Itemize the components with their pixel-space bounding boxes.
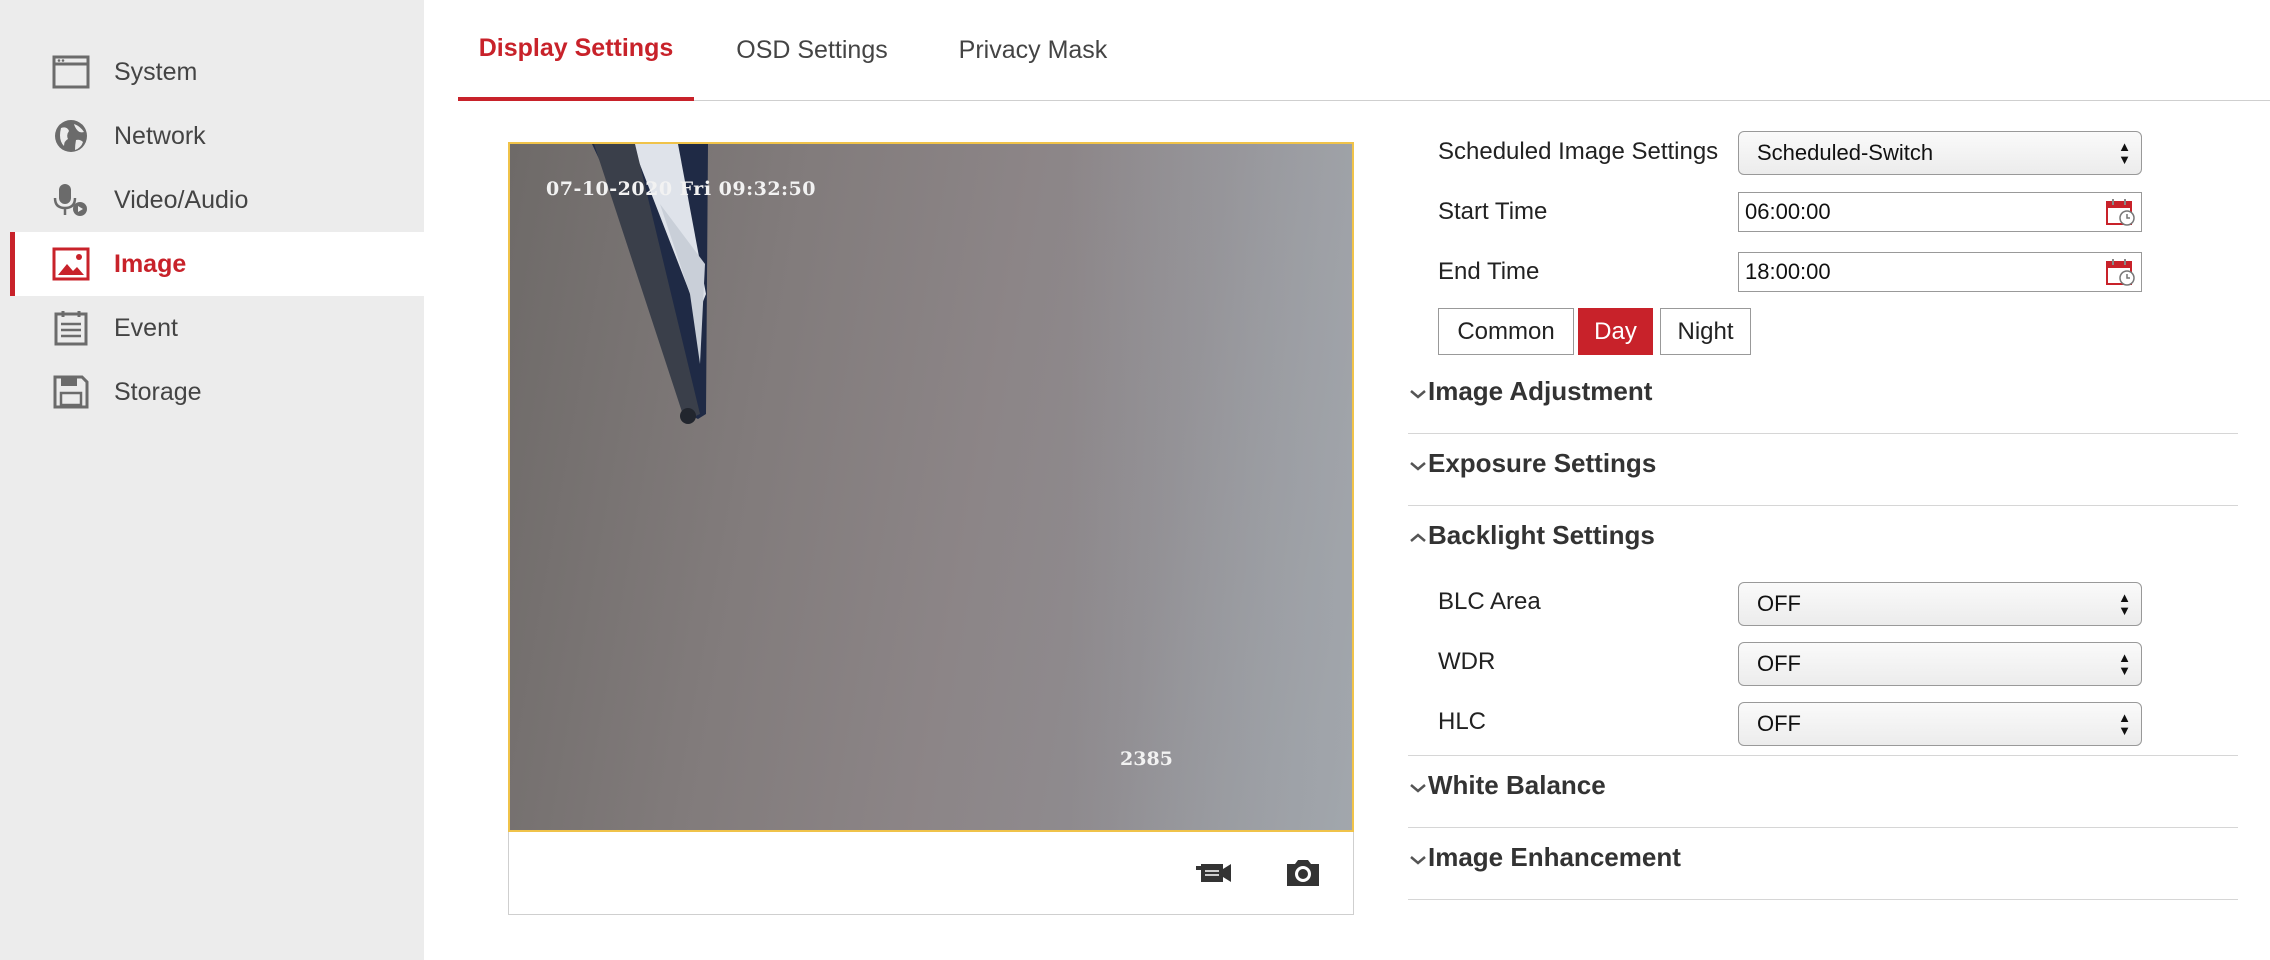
sidebar-item-label: System	[114, 57, 198, 86]
calendar-clock-icon[interactable]	[2105, 197, 2137, 227]
calendar-list-icon	[54, 311, 88, 346]
floppy-disk-icon	[53, 375, 89, 409]
wdr-select[interactable]: OFF ▲ ▼	[1738, 642, 2142, 686]
blc-area-select[interactable]: OFF ▲ ▼	[1738, 582, 2142, 626]
end-time-value: 18:00:00	[1745, 259, 1831, 284]
video-scene-objects	[592, 144, 708, 424]
wdr-label: WDR	[1438, 648, 1496, 675]
video-record-icon[interactable]	[1193, 852, 1233, 892]
tab-osd-settings[interactable]: OSD Settings	[694, 0, 930, 101]
mode-night-button[interactable]: Night	[1660, 308, 1751, 355]
sidebar-item-label: Event	[114, 313, 178, 342]
section-title: Backlight Settings	[1428, 520, 1655, 550]
scheduled-image-settings-select[interactable]: Scheduled-Switch ▲ ▼	[1738, 131, 2142, 175]
sidebar: System Network Video/Audio Image Event S…	[0, 0, 424, 960]
calendar-clock-icon[interactable]	[2105, 257, 2137, 287]
tab-privacy-mask[interactable]: Privacy Mask	[918, 0, 1148, 101]
scheduled-image-settings-value: Scheduled-Switch	[1757, 140, 1934, 165]
start-time-value: 06:00:00	[1745, 199, 1831, 224]
chevron-up-icon	[1410, 533, 1426, 542]
start-time-input[interactable]: 06:00:00	[1738, 192, 2142, 232]
sidebar-item-storage[interactable]: Storage	[10, 360, 424, 424]
section-image-enhancement[interactable]: Image Enhancement	[1408, 828, 2238, 900]
blc-area-value: OFF	[1757, 591, 1801, 616]
image-icon	[52, 247, 90, 281]
scheduled-image-settings-label: Scheduled Image Settings	[1438, 138, 1719, 165]
chevron-down-icon	[1410, 462, 1426, 471]
wdr-value: OFF	[1757, 651, 1801, 676]
blc-area-label: BLC Area	[1438, 588, 1541, 615]
sidebar-item-system[interactable]: System	[10, 40, 424, 104]
sidebar-item-image[interactable]: Image	[10, 232, 424, 296]
hlc-value: OFF	[1757, 711, 1801, 736]
window-icon	[52, 55, 90, 89]
sidebar-item-event[interactable]: Event	[10, 296, 424, 360]
chevron-down-icon	[1410, 784, 1426, 793]
mode-common-button[interactable]: Common	[1438, 308, 1574, 355]
live-video-preview[interactable]: 07-10-2020 Fri 09:32:50 2385	[508, 142, 1354, 832]
chevron-down-icon	[1410, 390, 1426, 399]
section-title: White Balance	[1428, 770, 1606, 800]
osd-timestamp: 07-10-2020 Fri 09:32:50	[546, 178, 816, 200]
sidebar-item-video-audio[interactable]: Video/Audio	[10, 168, 424, 232]
end-time-input[interactable]: 18:00:00	[1738, 252, 2142, 292]
mode-day-button[interactable]: Day	[1578, 308, 1653, 355]
select-arrows-icon: ▲ ▼	[2118, 650, 2131, 678]
hlc-select[interactable]: OFF ▲ ▼	[1738, 702, 2142, 746]
globe-icon	[55, 120, 87, 152]
video-toolbar	[508, 832, 1354, 915]
sidebar-item-label: Storage	[114, 377, 202, 406]
select-arrows-icon: ▲ ▼	[2118, 710, 2131, 738]
section-title: Exposure Settings	[1428, 448, 1657, 478]
camera-snapshot-icon[interactable]	[1283, 852, 1323, 892]
sidebar-item-label: Network	[114, 121, 206, 150]
microphone-icon	[53, 184, 87, 216]
sidebar-item-label: Image	[114, 249, 187, 278]
section-exposure-settings[interactable]: Exposure Settings	[1408, 434, 2238, 506]
select-arrows-icon: ▲ ▼	[2118, 139, 2131, 167]
section-title: Image Enhancement	[1428, 842, 1681, 872]
sidebar-item-label: Video/Audio	[114, 185, 249, 214]
section-title: Image Adjustment	[1428, 376, 1653, 406]
select-arrows-icon: ▲ ▼	[2118, 590, 2131, 618]
section-image-adjustment[interactable]: Image Adjustment	[1408, 362, 2238, 434]
end-time-label: End Time	[1438, 258, 1540, 285]
chevron-down-icon	[1410, 856, 1426, 865]
sidebar-item-network[interactable]: Network	[10, 104, 424, 168]
osd-overlay-number: 2385	[1120, 748, 1173, 770]
tab-bar: Display Settings OSD Settings Privacy Ma…	[458, 0, 2270, 101]
hlc-label: HLC	[1438, 708, 1487, 735]
tab-display-settings[interactable]: Display Settings	[458, 0, 694, 101]
section-white-balance[interactable]: White Balance	[1408, 756, 2238, 828]
start-time-label: Start Time	[1438, 198, 1548, 225]
